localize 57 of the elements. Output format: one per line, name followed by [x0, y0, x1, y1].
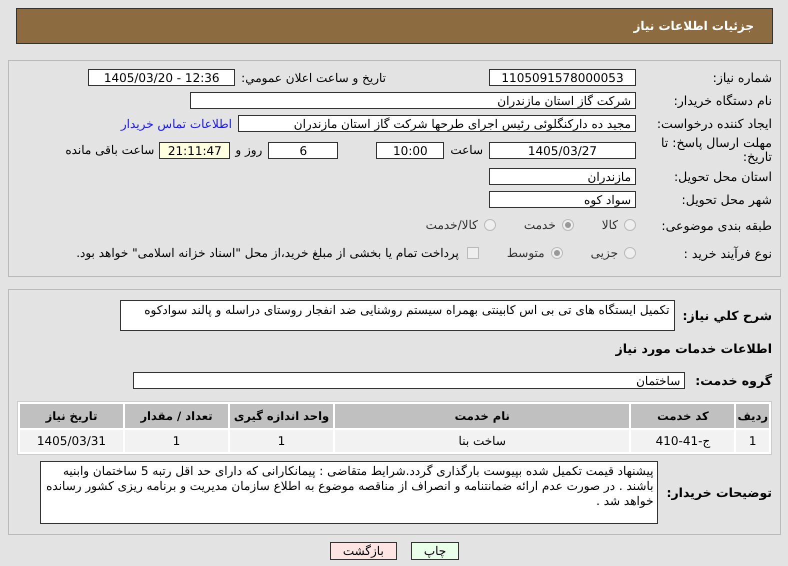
field-label: طبقه بندی موضوعی: [660, 218, 772, 232]
days-label: روز و [235, 143, 262, 157]
deadline-time-field: 10:00 [376, 142, 444, 158]
back-button[interactable]: بازگشت [330, 542, 397, 560]
option-label: کالا [602, 218, 618, 232]
table-cell: 1 [125, 430, 228, 452]
print-button[interactable]: چاپ [410, 542, 460, 560]
option-label: خدمت [524, 218, 556, 232]
field-label: نوع فرآیند خرید : [682, 246, 772, 260]
table-cell: 1 [230, 430, 333, 452]
table-cell: 1405/03/31 [20, 430, 123, 452]
deadline-date-field: 1405/03/27 [489, 142, 636, 158]
option-label: کالا/خدمت [426, 218, 478, 232]
time-label: ساعت [450, 143, 483, 157]
table-cell: 1 [736, 430, 769, 452]
option-label: جزیی [590, 246, 618, 260]
column-header: کد خدمت [631, 404, 734, 428]
table-cell: ج-41-410 [631, 430, 734, 452]
announce-date-field: 1405/03/20 - 12:36 [88, 69, 236, 86]
field-label: توضیحات خریدار: [666, 485, 772, 500]
creator-field: مجید ده دارکنگلوئی رئیس اجرای طرحها شرکت گاز استان مازندران [238, 115, 636, 132]
field-label: شماره نیاز: [712, 70, 772, 85]
city-field: سواد کوه [489, 191, 636, 208]
field-label: نام دستگاه خریدار: [672, 93, 772, 108]
radio-button[interactable] [562, 219, 574, 231]
buyer-field: شرکت گاز استان مازندران [190, 92, 636, 109]
field-label: استان محل تحویل: [672, 169, 772, 184]
section-title: اطلاعات خدمات مورد نياز [614, 341, 772, 356]
field-label: شهر محل تحویل: [680, 192, 772, 207]
checkbox[interactable] [466, 247, 479, 259]
need-number-field: 1105091578000053 [489, 69, 636, 86]
field-label: گروه خدمت: [695, 373, 772, 388]
field-label: تاریخ و ساعت اعلان عمومي: [241, 70, 386, 84]
field-label: شرح کلي نياز: [682, 308, 772, 323]
payment-note: پرداخت تمام یا بخشی از مبلغ خرید،از محل "اسناد خزانه اسلامی" خواهد بود. [76, 246, 459, 260]
table-cell: ساخت بنا [335, 430, 630, 452]
column-header: تعداد / مقدار [125, 404, 228, 428]
radio-button[interactable] [624, 247, 636, 259]
column-header: تاریخ نیاز [20, 404, 123, 428]
field-label: مهلت ارسال پاسخ: تا تاریخ: [660, 136, 772, 164]
column-header: واحد اندازه گیری [230, 404, 333, 428]
service-group-field: ساختمان [133, 372, 686, 389]
header-title: جزئیات اطلاعات نیاز [633, 19, 754, 33]
radio-button[interactable] [624, 219, 636, 231]
summary-field: تکمیل ایستگاه های تی بی اس کابینتی بهمراه سیستم روشنایی ضد انفجار روستای دراسله و پالند سوادکوه [120, 300, 675, 331]
radio-button[interactable] [550, 247, 563, 259]
province-field: مازندران [489, 168, 636, 185]
remaining-time-field: 21:11:47 [159, 142, 230, 158]
buyer-notes-field: پیشنهاد قیمت تکمیل شده بپیوست بارگذاری گردد.شرایط متقاضی : پیمانکارانی که دارای حد اقل رتبه 5 ساختمان وابنیه باشند . در صورت عدم ارائه ضمانتنامه و انصراف از مناقصه موضوع به اطلاع سازمان مدیریت و برنامه ریزی کشور رسانده خواهد شد . [40, 461, 658, 524]
column-header: ردیف [736, 404, 769, 428]
option-label: متوسط [506, 246, 545, 260]
remaining-label: ساعت باقی مانده [65, 143, 154, 157]
days-field: 6 [268, 142, 338, 158]
radio-button[interactable] [484, 219, 496, 231]
column-header: نام خدمت [335, 404, 630, 428]
buyer-contact-link[interactable]: اطلاعات تماس خریدار [120, 116, 232, 130]
field-label: ایجاد کننده درخواست: [656, 116, 772, 131]
